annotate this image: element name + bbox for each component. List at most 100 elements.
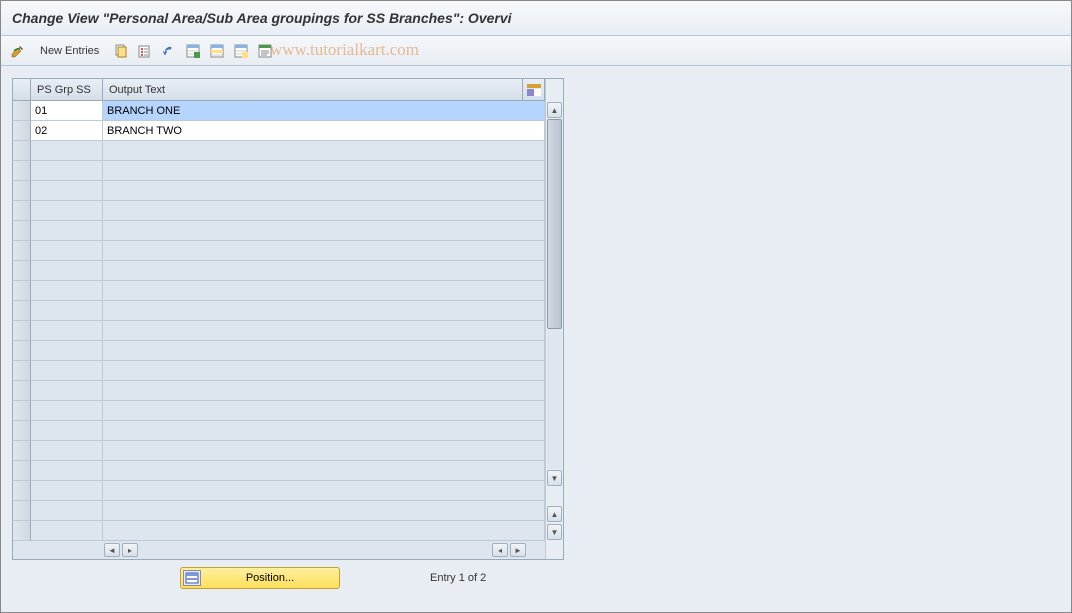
copy-as-icon[interactable] — [111, 41, 131, 61]
row-selector[interactable] — [13, 161, 31, 181]
output-text-cell[interactable] — [103, 461, 545, 481]
ps-grp-cell[interactable] — [31, 241, 103, 261]
output-text-cell[interactable] — [103, 301, 545, 321]
toggle-display-change-icon[interactable] — [8, 41, 28, 61]
table-row[interactable] — [13, 361, 545, 381]
output-text-cell[interactable]: BRANCH ONE — [103, 101, 545, 121]
ps-grp-cell[interactable] — [31, 401, 103, 421]
ps-grp-cell[interactable] — [31, 141, 103, 161]
row-selector[interactable] — [13, 221, 31, 241]
ps-grp-cell[interactable]: 01 — [31, 101, 103, 121]
scroll-down-icon-2[interactable]: ▼ — [547, 524, 562, 540]
output-text-cell[interactable] — [103, 501, 545, 521]
output-text-cell[interactable] — [103, 261, 545, 281]
new-entries-button[interactable]: New Entries — [32, 42, 107, 60]
row-selector[interactable] — [13, 181, 31, 201]
row-selector[interactable] — [13, 461, 31, 481]
output-text-cell[interactable] — [103, 381, 545, 401]
table-row[interactable] — [13, 241, 545, 261]
output-text-cell[interactable] — [103, 201, 545, 221]
scroll-right-icon[interactable]: ◂ — [492, 543, 508, 557]
row-selector[interactable] — [13, 521, 31, 541]
table-row[interactable] — [13, 181, 545, 201]
row-selector[interactable] — [13, 261, 31, 281]
ps-grp-cell[interactable] — [31, 441, 103, 461]
ps-grp-cell[interactable] — [31, 461, 103, 481]
ps-grp-cell[interactable] — [31, 301, 103, 321]
row-selector[interactable] — [13, 201, 31, 221]
select-block-icon[interactable] — [207, 41, 227, 61]
table-row[interactable] — [13, 221, 545, 241]
row-selector[interactable] — [13, 421, 31, 441]
ps-grp-cell[interactable] — [31, 261, 103, 281]
column-header-output-text[interactable]: Output Text — [103, 79, 523, 101]
ps-grp-cell[interactable] — [31, 281, 103, 301]
output-text-cell[interactable]: BRANCH TWO — [103, 121, 545, 141]
select-all-icon[interactable] — [183, 41, 203, 61]
vertical-scrollbar[interactable]: ▲ ▼ ▲ ▼ — [545, 79, 563, 559]
ps-grp-cell[interactable] — [31, 181, 103, 201]
table-row[interactable] — [13, 441, 545, 461]
scroll-up-icon[interactable]: ▲ — [547, 102, 562, 118]
output-text-cell[interactable] — [103, 441, 545, 461]
table-row[interactable] — [13, 321, 545, 341]
table-row[interactable] — [13, 461, 545, 481]
table-row[interactable]: 01BRANCH ONE — [13, 101, 545, 121]
ps-grp-cell[interactable] — [31, 221, 103, 241]
table-row[interactable] — [13, 401, 545, 421]
output-text-cell[interactable] — [103, 521, 545, 541]
table-row[interactable] — [13, 141, 545, 161]
output-text-cell[interactable] — [103, 321, 545, 341]
delete-icon[interactable] — [135, 41, 155, 61]
table-row[interactable] — [13, 341, 545, 361]
position-button[interactable]: Position... — [180, 567, 340, 589]
print-preview-icon[interactable] — [255, 41, 275, 61]
table-row[interactable] — [13, 501, 545, 521]
table-row[interactable] — [13, 421, 545, 441]
undo-change-icon[interactable] — [159, 41, 179, 61]
output-text-cell[interactable] — [103, 421, 545, 441]
ps-grp-cell[interactable] — [31, 361, 103, 381]
output-text-cell[interactable] — [103, 221, 545, 241]
table-row[interactable]: 02BRANCH TWO — [13, 121, 545, 141]
ps-grp-cell[interactable] — [31, 381, 103, 401]
output-text-cell[interactable] — [103, 361, 545, 381]
row-selector[interactable] — [13, 481, 31, 501]
ps-grp-cell[interactable] — [31, 421, 103, 441]
output-text-cell[interactable] — [103, 181, 545, 201]
ps-grp-cell[interactable] — [31, 481, 103, 501]
ps-grp-cell[interactable]: 02 — [31, 121, 103, 141]
scroll-right-last-icon[interactable]: ► — [510, 543, 526, 557]
row-selector[interactable] — [13, 241, 31, 261]
row-selector[interactable] — [13, 361, 31, 381]
column-header-ps-grp[interactable]: PS Grp SS — [31, 79, 103, 101]
row-selector[interactable] — [13, 301, 31, 321]
deselect-all-icon[interactable] — [231, 41, 251, 61]
ps-grp-cell[interactable] — [31, 201, 103, 221]
row-selector[interactable] — [13, 141, 31, 161]
ps-grp-cell[interactable] — [31, 501, 103, 521]
table-row[interactable] — [13, 261, 545, 281]
table-row[interactable] — [13, 161, 545, 181]
table-row[interactable] — [13, 281, 545, 301]
output-text-cell[interactable] — [103, 401, 545, 421]
row-selector[interactable] — [13, 501, 31, 521]
table-row[interactable] — [13, 521, 545, 541]
row-selector[interactable] — [13, 281, 31, 301]
scroll-left-first-icon[interactable]: ◄ — [104, 543, 120, 557]
table-row[interactable] — [13, 301, 545, 321]
table-settings-icon[interactable] — [523, 79, 545, 101]
ps-grp-cell[interactable] — [31, 521, 103, 541]
row-selector[interactable] — [13, 121, 31, 141]
output-text-cell[interactable] — [103, 161, 545, 181]
row-selector[interactable] — [13, 381, 31, 401]
row-selector[interactable] — [13, 321, 31, 341]
scroll-left-icon[interactable]: ▸ — [122, 543, 138, 557]
row-selector[interactable] — [13, 401, 31, 421]
output-text-cell[interactable] — [103, 141, 545, 161]
output-text-cell[interactable] — [103, 241, 545, 261]
scroll-thumb[interactable] — [547, 119, 562, 329]
output-text-cell[interactable] — [103, 481, 545, 501]
table-row[interactable] — [13, 481, 545, 501]
scroll-up-icon-2[interactable]: ▲ — [547, 506, 562, 522]
